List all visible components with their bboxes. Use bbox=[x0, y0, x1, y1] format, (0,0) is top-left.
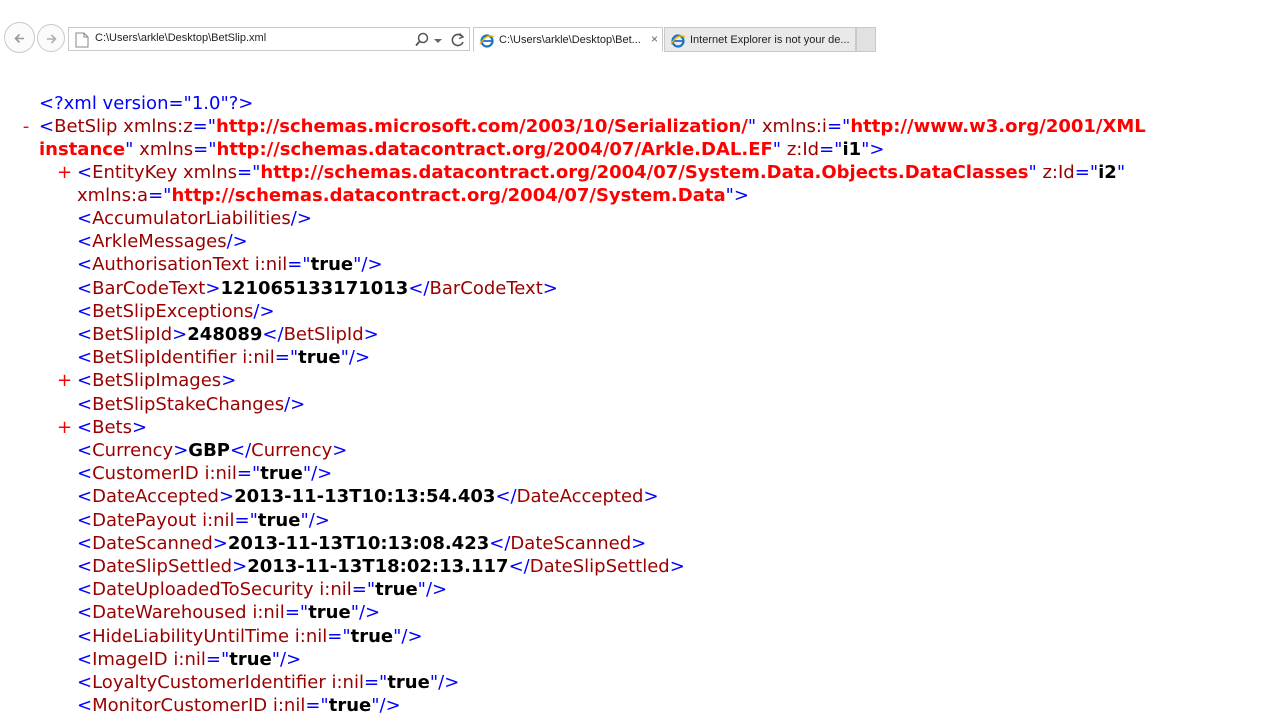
xml-element-datescanned: <DateScanned>2013-11-13T10:13:08.423</Da… bbox=[77, 532, 647, 554]
expand-toggle[interactable]: + bbox=[57, 416, 72, 439]
search-icon[interactable] bbox=[413, 31, 431, 49]
xml-element-betslipexceptions: <BetSlipExceptions/> bbox=[77, 300, 275, 322]
xml-element-customerid: <CustomerID i:nil="true"/> bbox=[77, 463, 333, 485]
close-tab-icon[interactable]: × bbox=[651, 32, 658, 46]
xml-element-datepayout: <DatePayout i:nil="true"/> bbox=[77, 509, 330, 531]
xml-element-betslipstakechanges: <BetSlipStakeChanges/> bbox=[77, 393, 306, 415]
xml-element-monitorcustomerid: <MonitorCustomerID i:nil="true"/> bbox=[77, 695, 401, 717]
xml-element-currency: <Currency>GBP</Currency> bbox=[77, 440, 348, 461]
xml-element-bets: + <Bets> bbox=[57, 416, 148, 438]
xml-element-betslipidentifier: <BetSlipIdentifier i:nil="true"/> bbox=[77, 347, 371, 369]
new-tab-button[interactable] bbox=[856, 27, 876, 52]
browser-chrome: C:\Users\arkle\Desktop\BetSlip.xml C:\Us… bbox=[0, 0, 1280, 56]
page-icon bbox=[75, 32, 89, 48]
xml-element-imageid: <ImageID i:nil="true"/> bbox=[77, 648, 302, 670]
xml-element-dateaccepted: <DateAccepted>2013-11-13T10:13:54.403</D… bbox=[77, 486, 659, 508]
root-element-open: - <BetSlip xmlns:z="http://schemas.micros… bbox=[23, 115, 1146, 138]
forward-button[interactable] bbox=[37, 24, 65, 52]
xml-element-datewarehoused: <DateWarehoused i:nil="true"/> bbox=[77, 602, 381, 624]
expand-toggle[interactable]: + bbox=[57, 369, 72, 392]
expand-toggle[interactable]: + bbox=[57, 161, 72, 184]
entity-key-element-continued: xmlns:a="http://schemas.datacontract.org… bbox=[77, 185, 749, 206]
back-arrow-icon bbox=[14, 33, 24, 44]
xml-element-authorisationtext: <AuthorisationText i:nil="true"/> bbox=[77, 254, 383, 276]
address-bar[interactable]: C:\Users\arkle\Desktop\BetSlip.xml bbox=[68, 27, 470, 51]
root-element-open-continued: instance" xmlns="http://schemas.datacont… bbox=[39, 139, 885, 160]
entity-key-element: + <EntityKey xmlns="http://schemas.dataco… bbox=[57, 162, 1126, 183]
xml-element-betslipid: <BetSlipId>248089</BetSlipId> bbox=[77, 324, 379, 345]
tab-ie-not-default[interactable]: Internet Explorer is not your de... bbox=[664, 27, 856, 52]
tab-label: C:\Users\arkle\Desktop\Bet... bbox=[499, 34, 641, 46]
internet-explorer-icon bbox=[479, 34, 495, 48]
refresh-icon[interactable] bbox=[449, 31, 467, 49]
xml-element-barcodetext: <BarCodeText>121065133171013</BarCodeTex… bbox=[77, 277, 558, 299]
xml-element-hideliabilityuntiltime: <HideLiabilityUntilTime i:nil="true"/> bbox=[77, 625, 423, 647]
xml-element-betslipimages: + <BetSlipImages> bbox=[57, 370, 237, 392]
xml-element-loyaltycustomeridentifier: <LoyaltyCustomerIdentifier i:nil="true"/… bbox=[77, 672, 460, 693]
back-button[interactable] bbox=[4, 22, 35, 53]
xml-declaration: <?xml version="1.0"?> bbox=[39, 93, 254, 114]
xml-element-dateslipsettled: <DateSlipSettled>2013-11-13T18:02:13.117… bbox=[77, 556, 685, 577]
xml-element-arklemessages: <ArkleMessages/> bbox=[77, 231, 248, 253]
forward-arrow-icon bbox=[47, 34, 57, 44]
tab-betslip[interactable]: C:\Users\arkle\Desktop\Bet... × bbox=[473, 27, 663, 52]
dropdown-arrow-icon[interactable] bbox=[433, 31, 443, 49]
address-url[interactable]: C:\Users\arkle\Desktop\BetSlip.xml bbox=[95, 32, 266, 44]
xml-element-accumulatorliabilities: <AccumulatorLiabilities/> bbox=[77, 208, 312, 229]
collapse-toggle[interactable]: - bbox=[19, 115, 33, 138]
tab-label: Internet Explorer is not your de... bbox=[690, 34, 850, 46]
xml-element-dateuploadedtosecurity: <DateUploadedToSecurity i:nil="true"/> bbox=[77, 579, 448, 601]
internet-explorer-icon bbox=[670, 34, 686, 48]
